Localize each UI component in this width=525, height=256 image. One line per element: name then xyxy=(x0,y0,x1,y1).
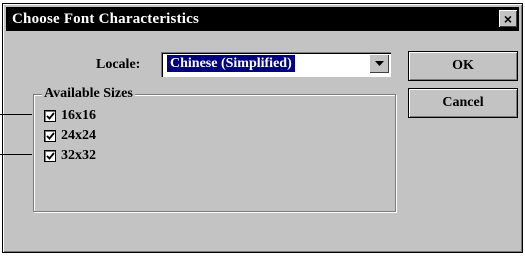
dialog-title: Choose Font Characteristics xyxy=(12,11,200,27)
ok-button-label: OK xyxy=(452,58,474,73)
size-16x16-label: 16x16 xyxy=(61,108,96,123)
leader-line-32x32 xyxy=(0,154,32,155)
size-option-16x16[interactable]: 16x16 xyxy=(44,107,96,125)
locale-label: Locale: xyxy=(96,57,141,72)
check-icon xyxy=(45,132,55,140)
close-button[interactable]: × xyxy=(499,10,517,27)
size-option-32x32[interactable]: 32x32 xyxy=(44,147,96,165)
size-option-24x24[interactable]: 24x24 xyxy=(44,127,96,145)
size-24x24-checkbox[interactable] xyxy=(44,130,56,142)
choose-font-dialog: Choose Font Characteristics × Locale: Ch… xyxy=(2,3,523,253)
locale-dropdown-button[interactable] xyxy=(369,54,389,73)
available-sizes-group: Available Sizes 16x16 24x24 32x32 xyxy=(33,86,396,212)
title-bar[interactable]: Choose Font Characteristics × xyxy=(6,7,519,31)
close-icon: × xyxy=(503,10,513,27)
chevron-down-icon xyxy=(374,60,384,66)
available-sizes-label: Available Sizes xyxy=(42,86,135,102)
size-16x16-checkbox[interactable] xyxy=(44,110,56,122)
check-icon xyxy=(45,112,55,120)
size-24x24-label: 24x24 xyxy=(61,128,96,143)
locale-dropdown[interactable]: Chinese (Simplified) xyxy=(161,52,391,77)
cancel-button[interactable]: Cancel xyxy=(408,88,518,118)
size-32x32-label: 32x32 xyxy=(61,148,96,163)
locale-selected-value: Chinese (Simplified) xyxy=(167,55,295,72)
size-32x32-checkbox[interactable] xyxy=(44,150,56,162)
screenshot: Choose Font Characteristics × Locale: Ch… xyxy=(0,0,525,256)
ok-button[interactable]: OK xyxy=(408,51,518,81)
leader-line-16x16 xyxy=(0,114,32,115)
cancel-button-label: Cancel xyxy=(442,95,484,110)
check-icon xyxy=(45,152,55,160)
